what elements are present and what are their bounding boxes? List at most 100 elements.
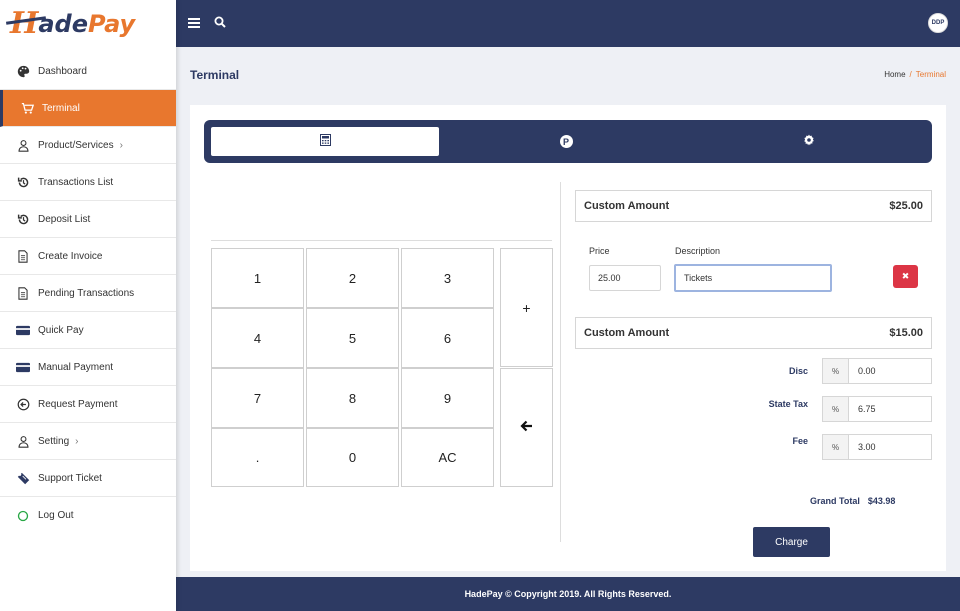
chevron-right-icon: › bbox=[119, 139, 123, 151]
cart-item-row[interactable]: Custom Amount $15.00 bbox=[575, 317, 932, 349]
terminal-tabs: P bbox=[204, 120, 932, 163]
item-name: Custom Amount bbox=[584, 327, 670, 339]
sidebar-item-quick-pay[interactable]: Quick Pay bbox=[0, 312, 176, 349]
avatar[interactable]: DDP bbox=[928, 13, 948, 33]
sidebar-item-log-out[interactable]: Log Out bbox=[0, 497, 176, 534]
ticket-icon bbox=[16, 471, 30, 485]
arrow-circle-icon bbox=[16, 397, 30, 411]
logo-letter: H bbox=[10, 6, 38, 41]
percent-addon: % bbox=[823, 359, 849, 383]
key-4[interactable]: 4 bbox=[211, 308, 304, 368]
tab-settings[interactable] bbox=[693, 127, 925, 156]
hamburger-menu-icon[interactable] bbox=[188, 15, 200, 32]
key-3[interactable]: 3 bbox=[401, 248, 494, 308]
divider bbox=[560, 182, 561, 542]
key-decimal[interactable]: . bbox=[211, 428, 304, 487]
page-title: Terminal bbox=[190, 68, 240, 82]
sidebar-item-label: Setting bbox=[38, 435, 70, 447]
sidebar-item-deposit-list[interactable]: Deposit List bbox=[0, 201, 176, 238]
p-circle-icon: P bbox=[559, 135, 573, 148]
user-icon bbox=[16, 138, 30, 152]
sidebar-item-transactions-list[interactable]: Transactions List bbox=[0, 164, 176, 201]
key-7[interactable]: 7 bbox=[211, 368, 304, 428]
arrow-left-icon bbox=[520, 420, 533, 435]
charge-button[interactable]: Charge bbox=[753, 527, 830, 557]
key-clear[interactable]: AC bbox=[401, 428, 494, 487]
fee-field[interactable]: % 3.00 bbox=[822, 434, 932, 460]
price-label: Price bbox=[589, 246, 610, 256]
fee-label: Fee bbox=[792, 436, 808, 446]
grand-total-label: Grand Total bbox=[810, 496, 860, 506]
breadcrumb-separator: / bbox=[909, 70, 912, 79]
sidebar-item-terminal[interactable]: Terminal bbox=[0, 90, 176, 127]
fee-value: 3.00 bbox=[858, 442, 876, 452]
sidebar-item-manual-payment[interactable]: Manual Payment bbox=[0, 349, 176, 386]
item-amount: $25.00 bbox=[889, 200, 923, 212]
sidebar-item-label: Pending Transactions bbox=[38, 287, 135, 299]
sidebar-item-support-ticket[interactable]: Support Ticket bbox=[0, 460, 176, 497]
history-icon bbox=[16, 212, 30, 226]
gear-icon bbox=[803, 134, 815, 149]
key-8[interactable]: 8 bbox=[306, 368, 399, 428]
breadcrumb: Home / Terminal bbox=[884, 70, 946, 79]
breadcrumb-current: Terminal bbox=[915, 70, 946, 79]
sidebar-item-pending-transactions[interactable]: Pending Transactions bbox=[0, 275, 176, 312]
tab-calculator[interactable] bbox=[211, 127, 439, 156]
state-tax-label: State Tax bbox=[768, 399, 808, 409]
sidebar-item-dashboard[interactable]: Dashboard bbox=[0, 53, 176, 90]
cart-icon bbox=[20, 101, 34, 115]
key-plus[interactable]: + bbox=[500, 248, 553, 367]
amount-display bbox=[211, 240, 552, 241]
document-icon bbox=[16, 286, 30, 300]
breadcrumb-home[interactable]: Home bbox=[884, 70, 905, 79]
state-tax-field[interactable]: % 6.75 bbox=[822, 396, 932, 422]
disc-value: 0.00 bbox=[858, 366, 876, 376]
disc-field[interactable]: % 0.00 bbox=[822, 358, 932, 384]
credit-card-icon bbox=[16, 360, 30, 374]
key-9[interactable]: 9 bbox=[401, 368, 494, 428]
item-name: Custom Amount bbox=[584, 200, 670, 212]
sidebar-item-label: Manual Payment bbox=[38, 361, 114, 373]
document-icon bbox=[16, 249, 30, 263]
sidebar-item-label: Product/Services bbox=[38, 139, 114, 151]
disc-label: Disc bbox=[788, 366, 808, 376]
sidebar: H adePay Dashboard Terminal Product/Serv… bbox=[0, 0, 176, 611]
key-0[interactable]: 0 bbox=[306, 428, 399, 487]
sidebar-menu: Dashboard Terminal Product/Services › Tr… bbox=[0, 53, 176, 534]
search-icon[interactable] bbox=[214, 15, 226, 32]
sidebar-item-setting[interactable]: Setting › bbox=[0, 423, 176, 460]
palette-icon bbox=[16, 64, 30, 78]
sidebar-item-label: Quick Pay bbox=[38, 324, 84, 336]
grand-total-value: $43.98 bbox=[867, 496, 896, 506]
sidebar-item-label: Terminal bbox=[42, 102, 80, 114]
price-input[interactable]: 25.00 bbox=[589, 265, 661, 291]
calculator-icon bbox=[319, 134, 331, 149]
key-backspace[interactable] bbox=[500, 368, 553, 487]
tab-payment[interactable]: P bbox=[447, 127, 685, 156]
sidebar-item-label: Dashboard bbox=[38, 65, 87, 77]
key-1[interactable]: 1 bbox=[211, 248, 304, 308]
logo-text: adePay bbox=[38, 9, 136, 38]
percent-addon: % bbox=[823, 397, 849, 421]
cart-item-row[interactable]: Custom Amount $25.00 bbox=[575, 190, 932, 222]
key-5[interactable]: 5 bbox=[306, 308, 399, 368]
brand-logo[interactable]: H adePay bbox=[0, 0, 176, 47]
sidebar-item-request-payment[interactable]: Request Payment bbox=[0, 386, 176, 423]
sidebar-item-label: Deposit List bbox=[38, 213, 91, 225]
sidebar-item-label: Transactions List bbox=[38, 176, 114, 188]
topbar: DDP bbox=[176, 0, 960, 47]
item-amount: $15.00 bbox=[889, 327, 923, 339]
key-6[interactable]: 6 bbox=[401, 308, 494, 368]
description-label: Description bbox=[675, 246, 721, 256]
key-2[interactable]: 2 bbox=[306, 248, 399, 308]
sidebar-item-create-invoice[interactable]: Create Invoice bbox=[0, 238, 176, 275]
credit-card-icon bbox=[16, 323, 30, 337]
description-input[interactable]: Tickets bbox=[674, 264, 832, 292]
sidebar-item-product-services[interactable]: Product/Services › bbox=[0, 127, 176, 164]
delete-item-button[interactable]: ✖ bbox=[893, 265, 918, 288]
sidebar-item-label: Create Invoice bbox=[38, 250, 103, 262]
history-icon bbox=[16, 175, 30, 189]
footer-copyright: HadePay © Copyright 2019. All Rights Res… bbox=[176, 577, 960, 611]
state-tax-value: 6.75 bbox=[858, 404, 876, 414]
grand-total: Grand Total $43.98 bbox=[810, 496, 895, 506]
